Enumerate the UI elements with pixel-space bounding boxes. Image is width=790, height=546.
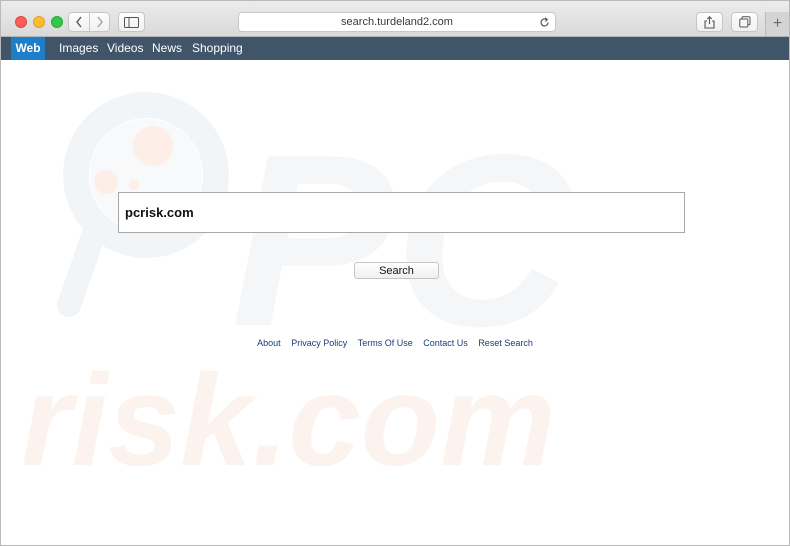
nav-tab-images[interactable]: Images: [59, 37, 98, 60]
sidebar-icon: [124, 16, 139, 28]
back-button[interactable]: [69, 13, 90, 31]
share-icon: [704, 15, 715, 29]
forward-button[interactable]: [90, 13, 110, 31]
search-input[interactable]: [118, 192, 685, 233]
pcrisk-watermark: PC risk.com: [21, 92, 574, 493]
reload-button[interactable]: [538, 15, 550, 29]
chevron-left-icon: [76, 16, 82, 28]
search-category-nav: Web Images Videos News Shopping: [1, 37, 789, 60]
watermark-risk-text: risk.com: [21, 347, 556, 493]
tabs-overview-icon: [738, 16, 750, 28]
nav-tab-web[interactable]: Web: [11, 37, 45, 60]
new-tab-button[interactable]: +: [765, 12, 789, 36]
footer-links: About Privacy Policy Terms Of Use Contac…: [1, 337, 789, 349]
nav-tab-shopping[interactable]: Shopping: [192, 37, 243, 60]
sidebar-toggle-button[interactable]: [118, 12, 145, 32]
minimize-window-button[interactable]: [33, 16, 45, 28]
share-button[interactable]: [696, 12, 723, 32]
zoom-window-button[interactable]: [51, 16, 63, 28]
address-bar[interactable]: search.turdeland2.com: [238, 12, 556, 32]
nav-tab-videos[interactable]: Videos: [107, 37, 143, 60]
page-content: PC risk.com Search About Privacy Policy …: [1, 60, 789, 545]
chevron-right-icon: [97, 16, 103, 28]
browser-toolbar: search.turdeland2.com +: [1, 1, 789, 37]
browser-window: search.turdeland2.com + Web Images Video…: [0, 0, 790, 546]
plus-icon: +: [772, 15, 783, 32]
history-nav-group: [68, 12, 110, 32]
footer-link-about[interactable]: About: [257, 338, 281, 348]
footer-link-terms-of-use[interactable]: Terms Of Use: [358, 338, 413, 348]
address-url: search.turdeland2.com: [341, 16, 453, 28]
close-window-button[interactable]: [15, 16, 27, 28]
show-tabs-button[interactable]: [731, 12, 758, 32]
footer-link-privacy-policy[interactable]: Privacy Policy: [291, 338, 347, 348]
footer-link-reset-search[interactable]: Reset Search: [478, 338, 533, 348]
footer-link-contact-us[interactable]: Contact Us: [423, 338, 468, 348]
nav-tab-news[interactable]: News: [152, 37, 182, 60]
search-button[interactable]: Search: [354, 262, 439, 279]
reload-icon: [539, 16, 549, 26]
watermark-pc-text: PC: [231, 103, 574, 377]
